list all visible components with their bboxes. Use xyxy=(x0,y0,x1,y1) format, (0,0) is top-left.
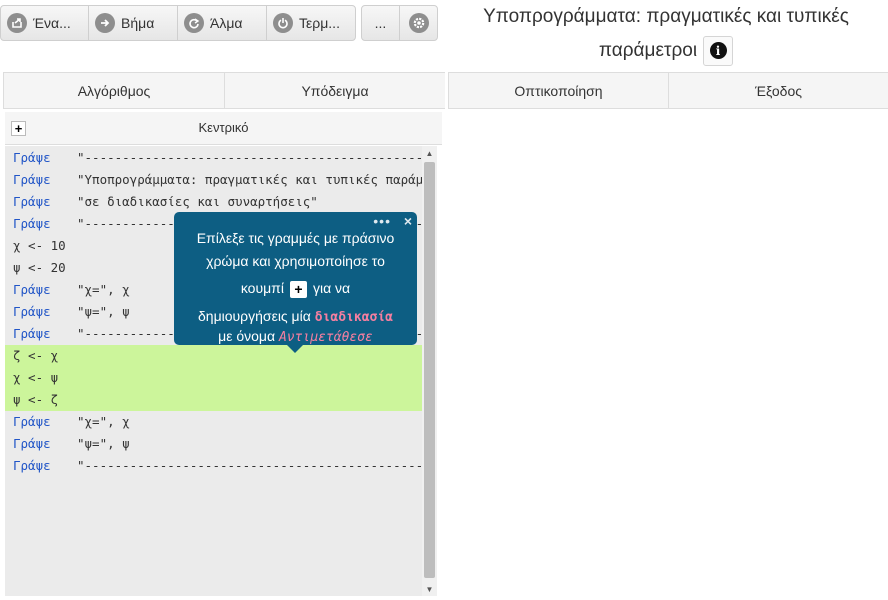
info-icon: i xyxy=(709,42,727,60)
code-line[interactable]: Γράψε "----------------------------------… xyxy=(5,455,422,477)
code-keyword: Γράψε xyxy=(13,150,51,165)
tooltip-emphasis-procedure: διαδικασία xyxy=(314,310,394,325)
code-line[interactable]: Γράψε "----------------------------------… xyxy=(5,147,422,169)
page-title-text: Υποπρογράμματα: πραγματικές και τυπικές … xyxy=(483,6,849,61)
scroll-up-icon[interactable]: ▲ xyxy=(422,146,437,160)
tooltip-line-2: χρώμα και χρησιμοποίησε το xyxy=(206,253,385,269)
step-button-label: Βήμα xyxy=(121,15,155,31)
code-argument: "χ=", χ xyxy=(77,414,130,429)
code-statement: ψ <- 20 xyxy=(13,260,66,275)
redo-icon xyxy=(184,13,204,33)
code-argument: "ψ=", ψ xyxy=(77,436,130,451)
tooltip-arrow xyxy=(287,345,303,353)
tab-algorithm[interactable]: Αλγόριθμος xyxy=(3,73,224,108)
code-argument: "ψ=", ψ xyxy=(77,304,130,319)
code-keyword: Γράψε xyxy=(13,326,51,341)
tooltip-line-3-post: για να xyxy=(312,280,351,296)
code-line[interactable]: Γράψε "ψ=", ψ xyxy=(5,433,422,455)
power-icon xyxy=(273,13,293,33)
tooltip-line-3-pre: κουμπί xyxy=(240,280,284,296)
tooltip-line-4-pre: δημιουργήσεις μία xyxy=(197,308,311,324)
code-line[interactable]: Γράψε "σε διαδικασίες και συναρτήσεις" xyxy=(5,191,422,213)
export-icon xyxy=(7,13,27,33)
more-button-label: ... xyxy=(374,15,387,31)
code-statement: χ <- ψ xyxy=(13,370,59,385)
code-keyword: Γράψε xyxy=(13,172,51,187)
code-line-highlighted[interactable]: ψ <- ζ xyxy=(5,389,422,411)
plus-icon: + xyxy=(289,280,307,298)
hint-tooltip: ••• × Επίλεξε τις γραμμές με πράσινο χρώ… xyxy=(174,212,417,353)
code-argument: "---------------------------------------… xyxy=(77,150,422,165)
code-statement: χ <- 10 xyxy=(13,238,66,253)
toolbar-main-group: Ένα... Βήμα Άλμα Τερμ... xyxy=(0,5,356,41)
tooltip-menu-icon[interactable]: ••• xyxy=(373,213,391,229)
terminate-button-label: Τερμ... xyxy=(299,15,340,31)
code-keyword: Γράψε xyxy=(13,194,51,209)
code-line-highlighted[interactable]: χ <- ψ xyxy=(5,367,422,389)
code-keyword: Γράψε xyxy=(13,414,51,429)
code-keyword: Γράψε xyxy=(13,282,51,297)
tooltip-line-5-pre: με όνομα xyxy=(218,328,276,344)
code-argument: "---------------------------------------… xyxy=(77,458,422,473)
export-button[interactable]: Ένα... xyxy=(1,6,89,40)
left-tabs: Αλγόριθμος Υπόδειγμα xyxy=(3,72,445,109)
code-statement: ζ <- χ xyxy=(13,348,59,363)
jump-button[interactable]: Άλμα xyxy=(178,6,267,40)
jump-button-label: Άλμα xyxy=(210,15,243,31)
code-argument: "χ=", χ xyxy=(77,282,130,297)
editor-title: Κεντρικό xyxy=(198,120,249,135)
code-keyword: Γράψε xyxy=(13,216,51,231)
scroll-down-icon[interactable]: ▼ xyxy=(422,582,437,596)
gear-icon xyxy=(408,13,429,33)
code-argument: "σε διαδικασίες και συναρτήσεις" xyxy=(77,194,318,209)
tooltip-line-1: Επίλεξε τις γραμμές με πράσινο xyxy=(196,230,395,246)
code-statement: ψ <- ζ xyxy=(13,392,59,407)
more-button[interactable]: ... xyxy=(362,6,400,40)
arrow-right-icon xyxy=(95,13,115,33)
step-button[interactable]: Βήμα xyxy=(89,6,178,40)
tooltip-close-icon[interactable]: × xyxy=(404,213,412,229)
code-keyword: Γράψε xyxy=(13,304,51,319)
code-argument: "Υποπρογράμματα: πραγματικές και τυπικές… xyxy=(77,172,422,187)
tab-output[interactable]: Έξοδος xyxy=(668,73,888,108)
tooltip-emphasis-name: Αντιμετάθεσε xyxy=(278,330,373,345)
code-keyword: Γράψε xyxy=(13,458,51,473)
code-line[interactable]: Γράψε "Υποπρογράμματα: πραγματικές και τυ… xyxy=(5,169,422,191)
code-line[interactable]: Γράψε "χ=", χ xyxy=(5,411,422,433)
add-procedure-button[interactable]: + xyxy=(11,121,26,136)
terminate-button[interactable]: Τερμ... xyxy=(267,6,355,40)
info-button[interactable]: i xyxy=(703,35,734,66)
scrollbar-thumb[interactable] xyxy=(424,162,435,578)
tooltip-line-3: κουμπί + για να xyxy=(174,275,417,301)
right-tabs: Οπτικοποίηση Έξοδος xyxy=(448,72,888,109)
settings-button[interactable] xyxy=(400,6,437,40)
toolbar-extra-group: ... xyxy=(361,5,438,41)
code-keyword: Γράψε xyxy=(13,436,51,451)
editor-header: + Κεντρικό xyxy=(5,112,442,145)
tab-visualization[interactable]: Οπτικοποίηση xyxy=(448,73,668,108)
page-title: Υποπρογράμματα: πραγματικές και τυπικές … xyxy=(450,0,882,68)
export-button-label: Ένα... xyxy=(33,15,71,31)
editor-scrollbar[interactable]: ▲ ▼ xyxy=(422,146,437,596)
tab-template[interactable]: Υπόδειγμα xyxy=(224,73,445,108)
